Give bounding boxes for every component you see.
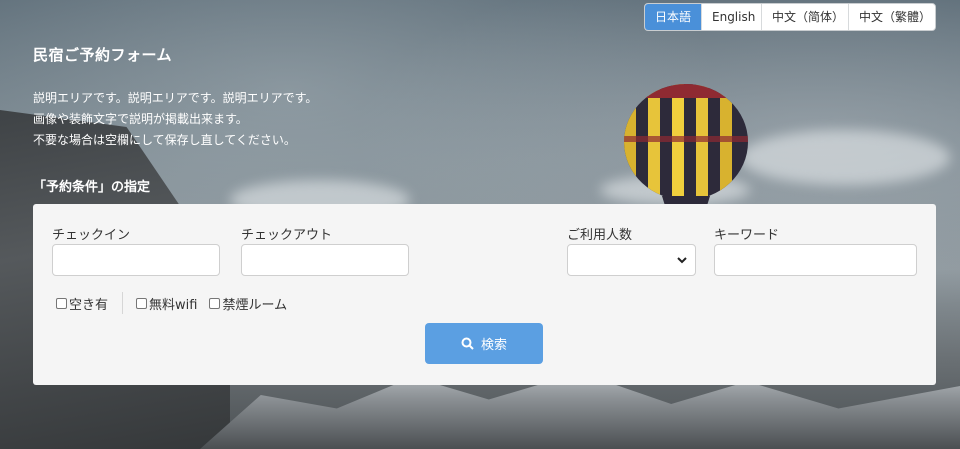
cloud	[740, 130, 950, 185]
checkout-input[interactable]	[241, 244, 409, 276]
checkbox[interactable]	[56, 297, 67, 309]
checkbox-non-smoking[interactable]: 禁煙ルーム	[209, 294, 287, 313]
description-line: 不要な場合は空欄にして保存し直してください。	[33, 133, 296, 147]
checkbox-free-wifi[interactable]: 無料wifi	[136, 294, 197, 313]
checkout-label: チェックアウト	[241, 228, 333, 243]
filter-checkboxes: 空き有 無料wifi 禁煙ルーム	[56, 292, 299, 314]
description-line: 画像や装飾文字で説明が掲載出来ます。	[33, 112, 248, 126]
checkbox[interactable]	[209, 297, 221, 309]
search-panel: チェックイン チェックアウト ご利用人数 キーワード 空き有 無料wifi 禁煙…	[33, 204, 936, 385]
checkbox-vacancy[interactable]: 空き有	[56, 294, 108, 313]
description: 説明エリアです。説明エリアです。説明エリアです。 画像や装飾文字で説明が掲載出来…	[33, 88, 317, 151]
divider	[122, 292, 124, 314]
search-button-label: 検索	[480, 338, 507, 353]
language-switcher: 日本語 English 中文（简体） 中文（繁體）	[643, 3, 936, 31]
hot-air-balloon	[624, 84, 748, 209]
checkin-input[interactable]	[52, 244, 220, 276]
checkin-label: チェックイン	[52, 228, 131, 243]
lang-japanese[interactable]: 日本語	[644, 4, 701, 30]
page-title: 民宿ご予約フォーム	[33, 46, 173, 64]
guests-select[interactable]	[567, 244, 696, 276]
lang-chinese-simplified[interactable]: 中文（简体）	[761, 4, 848, 30]
keyword-input[interactable]	[714, 244, 917, 276]
guests-label: ご利用人数	[567, 228, 633, 243]
chevron-down-icon	[677, 257, 687, 264]
checkbox[interactable]	[136, 297, 148, 309]
conditions-title: 「予約条件」の指定	[33, 180, 151, 195]
lang-english[interactable]: English	[701, 4, 761, 30]
keyword-label: キーワード	[714, 228, 780, 243]
checkbox-label: 空き有	[69, 297, 109, 313]
description-line: 説明エリアです。説明エリアです。説明エリアです。	[33, 91, 318, 105]
search-icon	[461, 337, 474, 350]
checkbox-label: 無料wifi	[149, 297, 198, 313]
lang-chinese-traditional[interactable]: 中文（繁體）	[848, 4, 935, 30]
search-button[interactable]: 検索	[425, 323, 543, 364]
checkbox-label: 禁煙ルーム	[222, 297, 288, 313]
